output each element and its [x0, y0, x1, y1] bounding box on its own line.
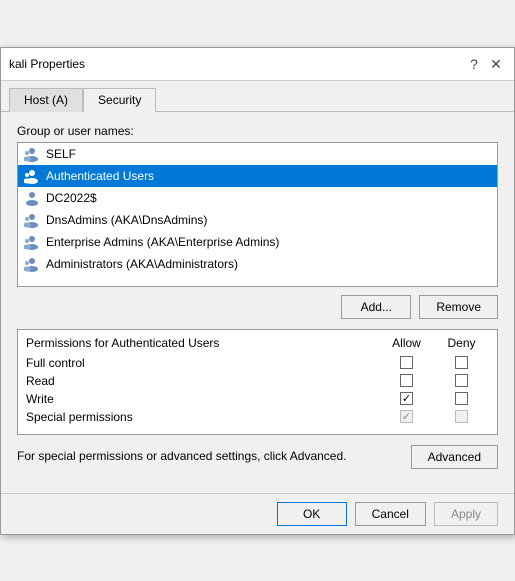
- checkbox-read-allow[interactable]: [400, 374, 413, 387]
- checkbox-special-deny[interactable]: [455, 410, 468, 423]
- perm-read-label: Read: [26, 374, 379, 388]
- user-icon-enterprise: [24, 234, 40, 250]
- user-item-self[interactable]: SELF: [18, 143, 497, 165]
- tab-bar: Host (A) Security: [1, 81, 514, 111]
- user-item-authenticated-users[interactable]: Authenticated Users: [18, 165, 497, 187]
- perm-full-control-allow: [379, 356, 434, 369]
- perm-read-allow: [379, 374, 434, 387]
- permissions-title: Permissions for Authenticated Users: [26, 336, 379, 350]
- help-button[interactable]: ?: [464, 54, 484, 74]
- hint-text: For special permissions or advanced sett…: [17, 448, 399, 465]
- remove-button[interactable]: Remove: [419, 295, 498, 319]
- tab-security[interactable]: Security: [83, 88, 156, 112]
- add-remove-buttons: Add... Remove: [17, 295, 498, 319]
- close-button[interactable]: ✕: [486, 54, 506, 74]
- perm-row-read: Read: [26, 374, 489, 388]
- add-button[interactable]: Add...: [341, 295, 411, 319]
- user-icon-self: [24, 146, 40, 162]
- group-label: Group or user names:: [17, 124, 498, 138]
- perm-write-deny: [434, 392, 489, 405]
- user-list[interactable]: SELF Authenticated Users DC2022$: [17, 142, 498, 287]
- window-title: kali Properties: [9, 57, 85, 71]
- checkbox-special-allow[interactable]: ✓: [400, 410, 413, 423]
- checkbox-write-deny[interactable]: [455, 392, 468, 405]
- ok-button[interactable]: OK: [277, 502, 347, 526]
- advanced-hint: For special permissions or advanced sett…: [17, 445, 498, 469]
- user-icon-dns: [24, 212, 40, 228]
- user-icon-auth: [24, 168, 40, 184]
- permissions-header: Permissions for Authenticated Users Allo…: [26, 336, 489, 350]
- col-allow-label: Allow: [379, 336, 434, 350]
- perm-full-control-deny: [434, 356, 489, 369]
- permissions-box: Permissions for Authenticated Users Allo…: [17, 329, 498, 435]
- perm-special-allow: ✓: [379, 410, 434, 423]
- checkbox-full-control-deny[interactable]: [455, 356, 468, 369]
- properties-window: kali Properties ? ✕ Host (A) Security Gr…: [0, 47, 515, 535]
- user-item-administrators[interactable]: Administrators (AKA\Administrators): [18, 253, 497, 275]
- security-tab-content: Group or user names: SELF Authenti: [1, 111, 514, 493]
- advanced-button[interactable]: Advanced: [411, 445, 498, 469]
- checkbox-read-deny[interactable]: [455, 374, 468, 387]
- perm-row-special: Special permissions ✓: [26, 410, 489, 424]
- title-bar: kali Properties ? ✕: [1, 48, 514, 81]
- title-controls: ? ✕: [464, 54, 506, 74]
- perm-full-control-label: Full control: [26, 356, 379, 370]
- perm-write-label: Write: [26, 392, 379, 406]
- perm-write-allow: ✓: [379, 392, 434, 405]
- checkbox-write-allow[interactable]: ✓: [400, 392, 413, 405]
- perm-read-deny: [434, 374, 489, 387]
- perm-special-label: Special permissions: [26, 410, 379, 424]
- col-deny-label: Deny: [434, 336, 489, 350]
- title-bar-left: kali Properties: [9, 57, 85, 71]
- user-item-dns-admins[interactable]: DnsAdmins (AKA\DnsAdmins): [18, 209, 497, 231]
- tab-host-a[interactable]: Host (A): [9, 88, 83, 112]
- bottom-buttons: OK Cancel Apply: [1, 493, 514, 534]
- user-item-enterprise-admins[interactable]: Enterprise Admins (AKA\Enterprise Admins…: [18, 231, 497, 253]
- checkbox-full-control-allow[interactable]: [400, 356, 413, 369]
- user-item-dc2022[interactable]: DC2022$: [18, 187, 497, 209]
- perm-row-write: Write ✓: [26, 392, 489, 406]
- perm-special-deny: [434, 410, 489, 423]
- cancel-button[interactable]: Cancel: [355, 502, 426, 526]
- user-icon-dc2022: [24, 190, 40, 206]
- perm-row-full-control: Full control: [26, 356, 489, 370]
- user-icon-admin: [24, 256, 40, 272]
- apply-button[interactable]: Apply: [434, 502, 498, 526]
